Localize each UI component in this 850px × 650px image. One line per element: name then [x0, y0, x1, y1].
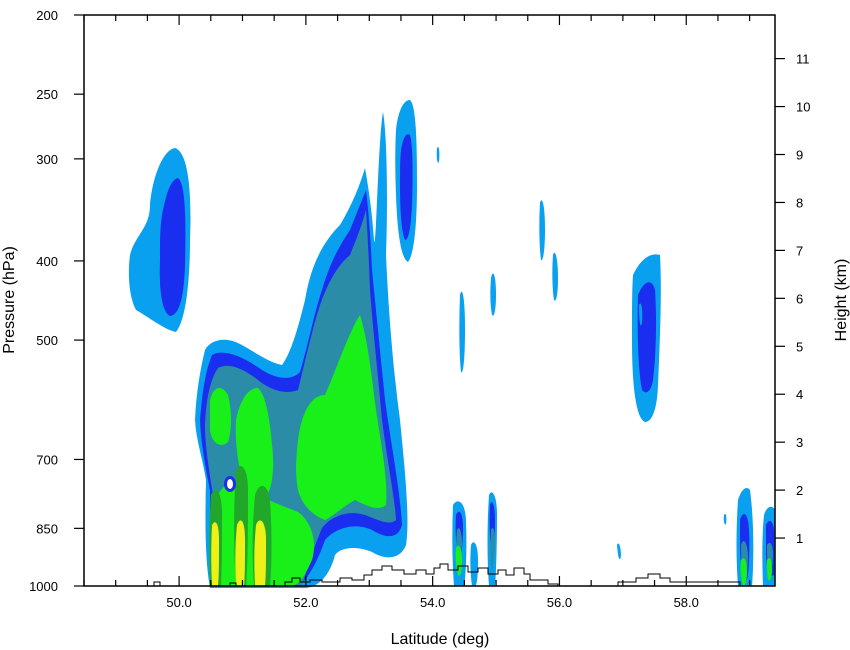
y2-tick-label: 9: [796, 148, 803, 163]
x-tick-label: 50.0: [166, 595, 191, 610]
y2-axis-title: Height (km): [833, 259, 850, 342]
contour-chart: 50.0 52.0 54.0 56.0 58.0 1000 850 700 500 400 300…: [1, 8, 850, 648]
contour-level-6: [211, 522, 219, 586]
x-tick-label: 56.0: [547, 595, 572, 610]
y-axis-title: Pressure (hPa): [1, 246, 18, 354]
y2-tick-label: 5: [796, 339, 803, 354]
contour-level-1: [470, 542, 478, 586]
contour-hole: [227, 479, 233, 489]
y-axis-right: 1 2 3 4 5 6 7 8 9 10 11: [775, 52, 810, 546]
x-axis-title: Latitude (deg): [391, 631, 490, 648]
y-tick-label: 500: [36, 333, 58, 348]
y-axis-left: 1000 850 700 500 400 300 250 200: [29, 8, 84, 594]
contour-level-6: [235, 520, 245, 586]
x-tick-label: 54.0: [420, 595, 445, 610]
y-tick-label: 1000: [29, 579, 58, 594]
contour-level-1: [490, 273, 496, 316]
plot-area: [84, 15, 775, 586]
y2-tick-label: 6: [796, 291, 803, 306]
y2-tick-label: 11: [796, 52, 810, 67]
y-tick-label: 400: [36, 254, 58, 269]
y-tick-label: 700: [36, 452, 58, 467]
y-tick-label: 250: [36, 87, 58, 102]
y-tick-label: 850: [36, 521, 58, 536]
y2-tick-label: 4: [796, 387, 803, 402]
y2-tick-label: 10: [796, 100, 810, 115]
y-tick-label: 300: [36, 152, 58, 167]
y2-tick-label: 3: [796, 435, 803, 450]
contour-level-6: [254, 520, 266, 586]
contour-level-4: [210, 388, 231, 445]
x-tick-label: 58.0: [674, 595, 699, 610]
y2-tick-label: 1: [796, 531, 803, 546]
x-tick-label: 52.0: [293, 595, 318, 610]
y2-tick-label: 7: [796, 243, 803, 258]
contour-level-2: [637, 282, 657, 393]
y-tick-label: 200: [36, 8, 58, 23]
contour-level-4: [767, 558, 772, 581]
y2-tick-label: 8: [796, 195, 803, 210]
y2-tick-label: 2: [796, 483, 803, 498]
